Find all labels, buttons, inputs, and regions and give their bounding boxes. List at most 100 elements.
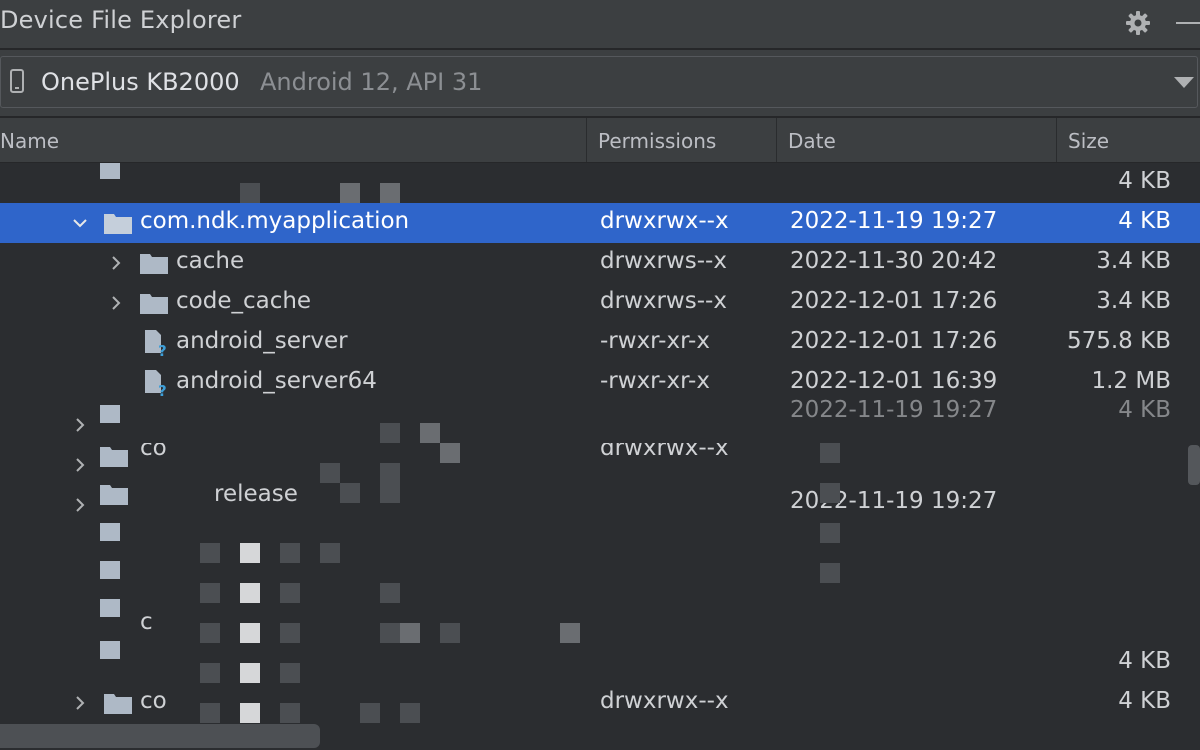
column-divider[interactable]: [586, 118, 587, 162]
table-row[interactable]: co drwxrwx--x 4 KB: [0, 683, 1200, 723]
chevron-right-icon[interactable]: [72, 417, 88, 433]
redaction-block: [380, 423, 400, 443]
file-permissions: drwxrwx--x: [600, 208, 729, 234]
horizontal-scrollbar-thumb[interactable]: [0, 724, 320, 748]
redaction-block: [200, 623, 220, 643]
redaction-block: [200, 583, 220, 603]
file-name: c: [140, 609, 153, 635]
horizontal-scrollbar[interactable]: [0, 724, 1200, 750]
redaction-block: [820, 443, 840, 463]
file-name: android_server: [176, 328, 348, 354]
chevron-right-icon[interactable]: [72, 497, 88, 513]
folder-icon: [104, 214, 132, 234]
table-row[interactable]: 4 KB: [0, 163, 1200, 203]
table-row[interactable]: [0, 561, 1200, 603]
folder-icon: [100, 163, 120, 179]
redaction-block: [380, 183, 400, 203]
device-dropdown[interactable]: OnePlus KB2000 Android 12, API 31: [0, 56, 1198, 108]
file-name: android_server64: [176, 368, 377, 394]
chevron-right-icon[interactable]: [72, 695, 88, 711]
table-row[interactable]: ? android_server -rwxr-xr-x 2022-12-01 1…: [0, 323, 1200, 363]
column-header-size[interactable]: Size: [1068, 129, 1109, 153]
redaction-block: [560, 623, 580, 643]
table-row[interactable]: cache drwxrws--x 2022-11-30 20:42 3.4 KB: [0, 243, 1200, 283]
redaction-block: [200, 663, 220, 683]
table-row[interactable]: code_cache drwxrws--x 2022-12-01 17:26 3…: [0, 283, 1200, 323]
file-tree: 4 KB com.ndk.myapplication drwxrwx--x 20…: [0, 163, 1200, 723]
redaction-block: [280, 663, 300, 683]
column-header-permissions[interactable]: Permissions: [598, 129, 716, 153]
redaction-block: [400, 623, 420, 643]
table-row-selected[interactable]: com.ndk.myapplication drwxrwx--x 2022-11…: [0, 203, 1200, 243]
table-row[interactable]: ? android_server64 -rwxr-xr-x 2022-12-01…: [0, 363, 1200, 403]
redaction-block: [320, 543, 340, 563]
table-row[interactable]: release 2022-11-19 19:27: [0, 481, 1200, 523]
chevron-right-icon[interactable]: [72, 457, 88, 473]
file-date: 2022-11-19 19:27: [790, 208, 998, 234]
redaction-block: [820, 483, 840, 503]
redaction-block: [360, 703, 380, 723]
folder-icon: [100, 523, 120, 541]
redaction-block: [320, 463, 340, 483]
redaction-block: [440, 443, 460, 463]
redaction-block: [420, 423, 440, 443]
file-date: 2022-12-01 17:26: [790, 288, 998, 314]
minimize-icon[interactable]: [1176, 22, 1200, 24]
folder-icon: [104, 694, 132, 714]
chevron-right-icon[interactable]: [108, 255, 124, 271]
redaction-block: [200, 543, 220, 563]
redaction-block: [380, 623, 400, 643]
phone-icon: [10, 69, 24, 93]
redaction-block: [820, 523, 840, 543]
file-date: 2022-12-01 16:39: [790, 368, 998, 394]
file-name: release: [214, 481, 298, 507]
window-title: Device File Explorer: [0, 6, 242, 34]
unknown-file-icon: ?: [145, 330, 167, 357]
unknown-file-icon: ?: [145, 370, 167, 397]
svg-text:?: ?: [158, 342, 167, 357]
redaction-block: [240, 663, 260, 683]
tool-window-header: Device File Explorer: [0, 0, 1200, 50]
redaction-block: [240, 623, 260, 643]
file-date: 2022-11-19 19:27: [790, 397, 998, 423]
vertical-scrollbar[interactable]: [1188, 445, 1200, 485]
table-header: Name Permissions Date Size: [0, 118, 1200, 163]
folder-icon: [100, 641, 120, 659]
folder-icon: [100, 485, 128, 505]
chevron-down-icon[interactable]: [1174, 77, 1194, 88]
svg-text:?: ?: [158, 382, 167, 397]
column-divider[interactable]: [776, 118, 777, 162]
file-permissions: -rwxr-xr-x: [600, 368, 710, 394]
redaction-block: [280, 703, 300, 723]
device-bar: OnePlus KB2000 Android 12, API 31: [0, 50, 1200, 118]
column-header-date[interactable]: Date: [788, 129, 836, 153]
file-size: 4 KB: [1118, 688, 1171, 714]
redaction-block: [380, 483, 400, 503]
table-row[interactable]: 4 KB: [0, 641, 1200, 683]
gear-icon[interactable]: [1124, 9, 1152, 37]
folder-icon: [100, 447, 128, 467]
file-size: 1.2 MB: [1091, 368, 1171, 394]
redaction-block: [240, 583, 260, 603]
file-name: code_cache: [176, 288, 312, 314]
redaction-block: [280, 583, 300, 603]
device-name: OnePlus KB2000: [41, 68, 240, 96]
file-permissions: -rwxr-xr-x: [600, 328, 710, 354]
folder-icon: [100, 599, 120, 617]
file-date: 2022-12-01 17:26: [790, 328, 998, 354]
column-header-name[interactable]: Name: [0, 129, 59, 153]
file-permissions: drwxrwx--x: [600, 688, 729, 714]
column-divider[interactable]: [1056, 118, 1057, 162]
chevron-down-icon[interactable]: [72, 215, 88, 231]
device-api: Android 12, API 31: [260, 68, 483, 96]
table-row[interactable]: c: [0, 599, 1200, 643]
chevron-right-icon[interactable]: [108, 295, 124, 311]
table-row[interactable]: [0, 523, 1200, 563]
file-size: 4 KB: [1118, 168, 1171, 194]
table-row[interactable]: co drwxrwx--x: [0, 435, 1200, 483]
redaction-block: [280, 623, 300, 643]
file-size: 575.8 KB: [1066, 328, 1171, 354]
file-permissions: drwxrws--x: [600, 248, 727, 274]
file-name: com.ndk.myapplication: [140, 208, 410, 234]
file-size: 3.4 KB: [1096, 288, 1171, 314]
